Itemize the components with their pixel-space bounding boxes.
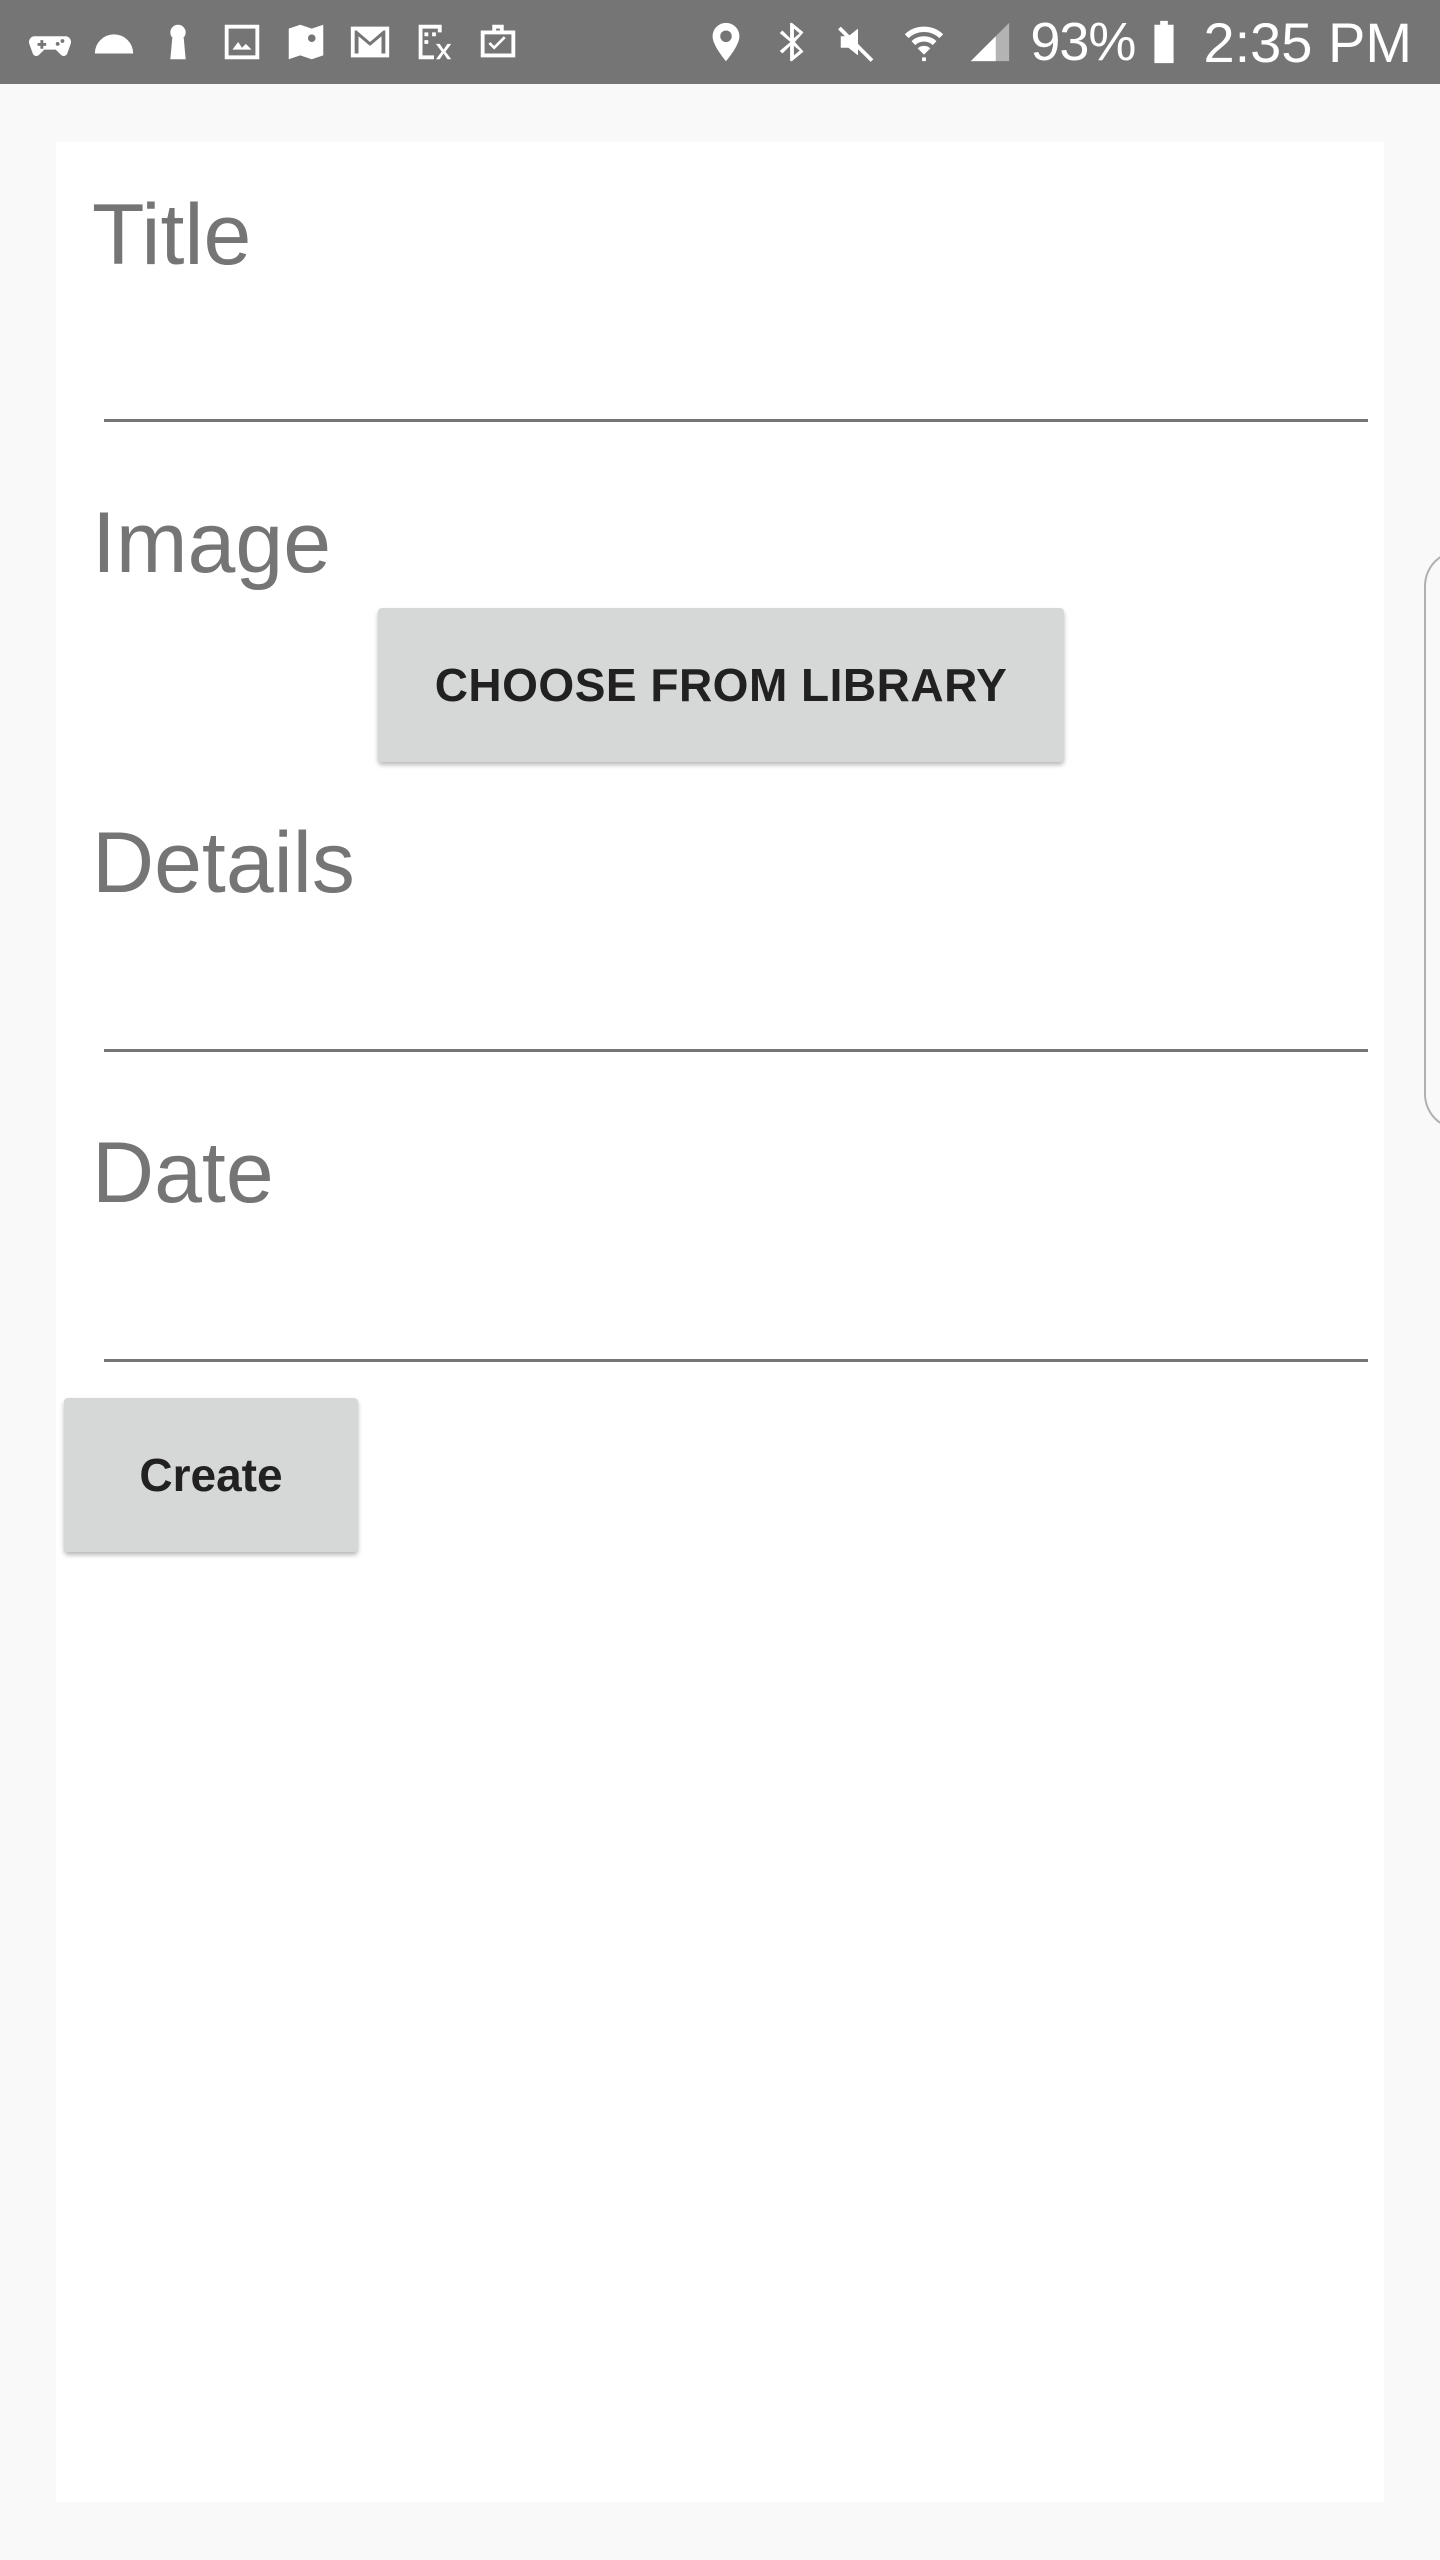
- details-label: Details: [92, 815, 355, 911]
- date-input-underline: [104, 1359, 1368, 1362]
- notification-icons: [24, 16, 524, 68]
- image-icon: [216, 16, 268, 68]
- bluetooth-icon: [766, 16, 818, 68]
- wifi-icon: [898, 16, 950, 68]
- system-icons: 93% 2:35 PM: [700, 0, 1412, 84]
- mute-icon: [832, 16, 884, 68]
- choose-from-library-button[interactable]: CHOOSE FROM LIBRARY: [378, 608, 1064, 762]
- create-button[interactable]: Create: [64, 1398, 358, 1552]
- calendar-icon: [408, 16, 460, 68]
- game-controller-icon: [24, 16, 76, 68]
- keyhole-icon: [152, 16, 204, 68]
- title-input[interactable]: [104, 392, 1368, 472]
- title-input-underline: [104, 419, 1368, 422]
- clock: 2:35 PM: [1203, 10, 1412, 74]
- location-icon: [700, 16, 752, 68]
- details-input-underline: [104, 1049, 1368, 1052]
- image-label: Image: [92, 495, 332, 591]
- battery-percent: 93%: [1030, 12, 1136, 72]
- briefcase-icon: [472, 16, 524, 68]
- status-bar: 93% 2:35 PM: [0, 0, 1440, 84]
- signal-icon: [964, 16, 1016, 68]
- battery-icon: [1149, 16, 1179, 68]
- gmail-icon: [344, 16, 396, 68]
- maps-icon: [280, 16, 332, 68]
- details-input[interactable]: [104, 1022, 1368, 1102]
- date-label: Date: [92, 1125, 274, 1221]
- create-form: Title Image CHOOSE FROM LIBRARY Details …: [56, 142, 1384, 2502]
- title-label: Title: [92, 187, 252, 283]
- cloud-icon: [88, 16, 140, 68]
- edge-panel-handle[interactable]: [1424, 550, 1440, 1130]
